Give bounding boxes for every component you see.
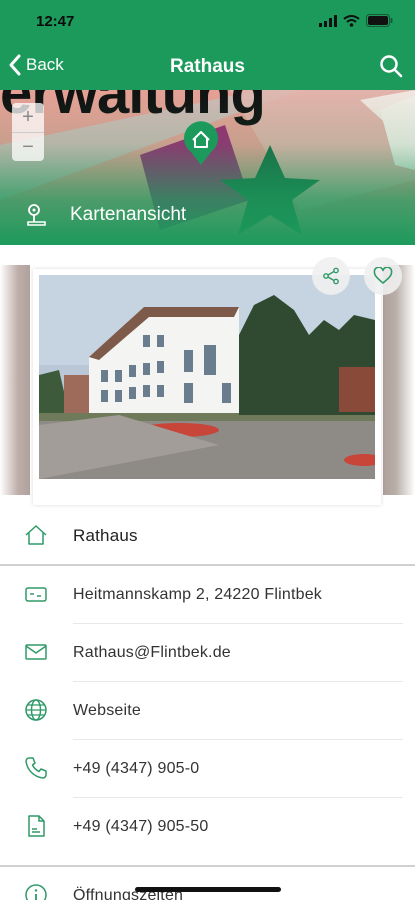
previous-photo-preview[interactable]	[0, 265, 30, 495]
navigation-bar: Back Rathaus	[0, 44, 415, 90]
home-icon	[25, 525, 47, 545]
list-item-hours[interactable]: Öffnungszeiten	[0, 867, 415, 900]
map-view-link[interactable]: Kartenansicht	[24, 202, 186, 228]
list-item-website[interactable]: Webseite	[0, 682, 415, 739]
search-icon	[380, 55, 403, 78]
document-icon	[28, 815, 45, 837]
zoom-out-button[interactable]: −	[12, 132, 44, 161]
photo-gallery[interactable]	[0, 245, 415, 515]
list-item-phone[interactable]: +49 (4347) 905-0	[0, 740, 415, 797]
map-marker-icon[interactable]	[182, 120, 220, 166]
map-view-label: Kartenansicht	[70, 204, 187, 225]
signal-icon	[319, 14, 337, 27]
home-indicator[interactable]	[135, 887, 281, 892]
location-name: Rathaus	[73, 525, 138, 545]
share-icon	[323, 267, 339, 285]
favorite-button[interactable]	[364, 257, 402, 295]
list-item-email[interactable]: Rathaus@Flintbek.de	[0, 624, 415, 681]
photo-card[interactable]	[33, 269, 381, 505]
info-list: Rathaus Heitmannskamp 2, 24220 Flintbek …	[0, 507, 415, 900]
building-photo	[39, 275, 375, 479]
heart-icon	[373, 267, 393, 284]
search-button[interactable]	[379, 54, 403, 83]
fax-text: +49 (4347) 905-50	[73, 817, 209, 835]
phone-text: +49 (4347) 905-0	[73, 759, 200, 777]
page-title: Rathaus	[170, 56, 245, 77]
status-bar: 12:47	[0, 0, 415, 44]
list-item-name: Rathaus	[0, 507, 415, 564]
website-text: Webseite	[73, 701, 142, 719]
globe-icon	[25, 699, 47, 721]
phone-icon	[25, 757, 47, 779]
status-icons	[319, 14, 393, 27]
address-text: Heitmannskamp 2, 24220 Flintbek	[73, 585, 322, 603]
map-preview[interactable]: erwaltung + − Kartenansicht	[0, 90, 415, 245]
next-photo-preview[interactable]	[383, 265, 415, 495]
email-text: Rathaus@Flintbek.de	[73, 643, 231, 661]
address-card-icon	[25, 587, 47, 602]
info-icon	[25, 884, 47, 900]
wifi-icon	[343, 14, 360, 27]
share-button[interactable]	[312, 257, 350, 295]
zoom-in-button[interactable]: +	[12, 103, 44, 132]
map-pin-icon	[27, 204, 46, 226]
mail-icon	[25, 644, 47, 660]
battery-icon	[366, 14, 393, 27]
zoom-control: + −	[12, 103, 44, 161]
list-item-address[interactable]: Heitmannskamp 2, 24220 Flintbek	[0, 566, 415, 623]
status-time: 12:47	[36, 13, 75, 30]
list-item-fax[interactable]: +49 (4347) 905-50	[0, 798, 415, 855]
